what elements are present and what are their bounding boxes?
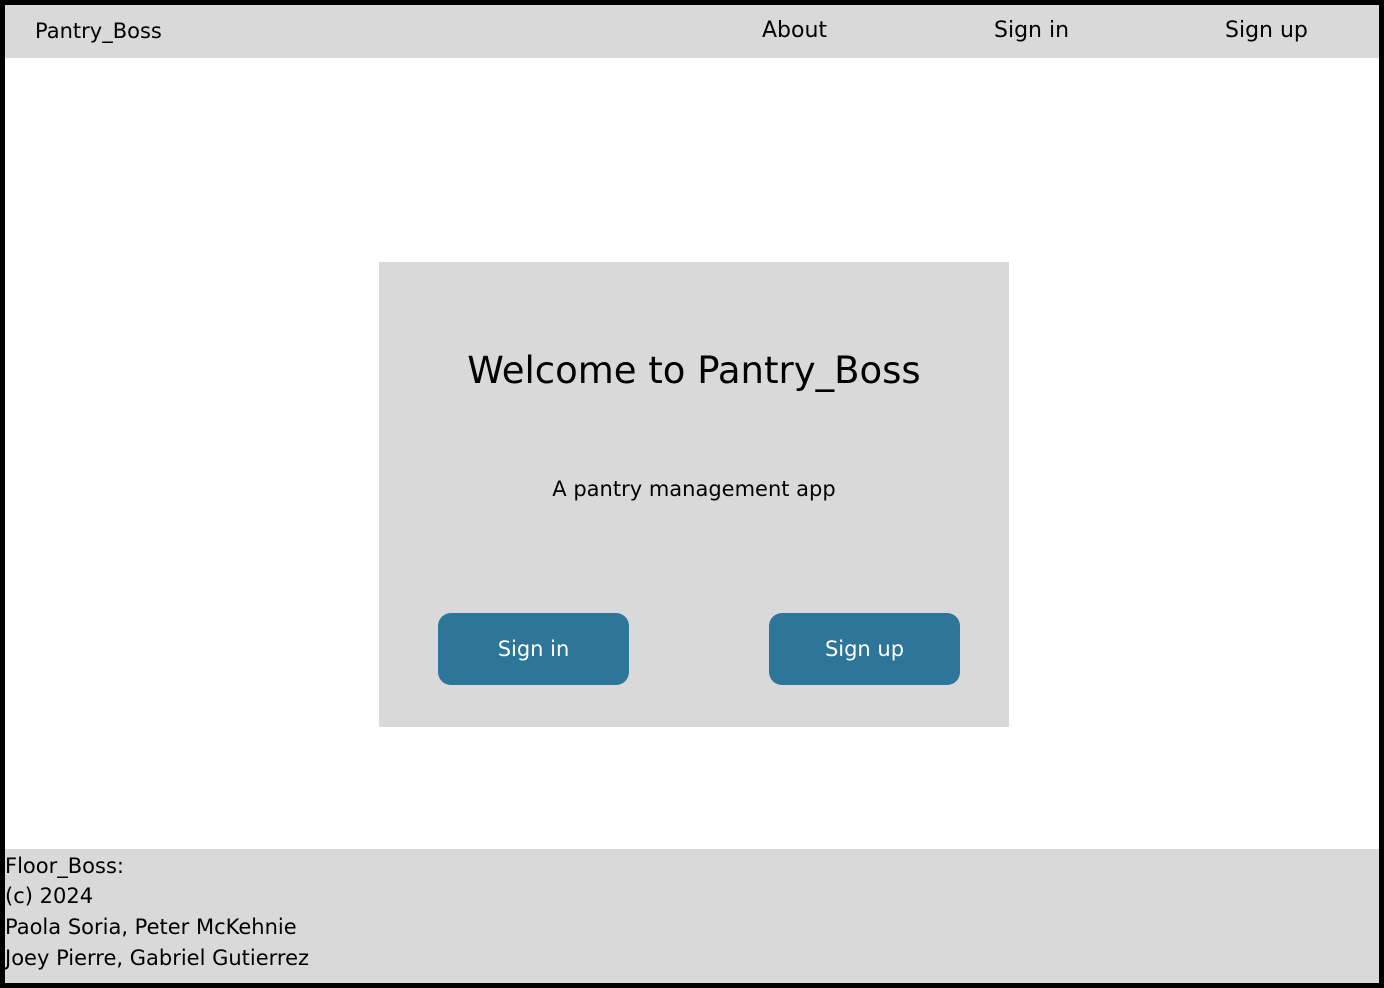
footer-team-name: Floor_Boss: [5, 854, 124, 878]
footer-authors-line-2: Joey Pierre, Gabriel Gutierrez [5, 946, 310, 970]
sign-up-button[interactable]: Sign up [769, 613, 960, 685]
sign-in-button[interactable]: Sign in [438, 613, 629, 685]
top-navbar: Pantry_Boss About Sign in Sign up [5, 5, 1379, 58]
nav-link-about[interactable]: About [762, 17, 827, 45]
app-window: Pantry_Boss About Sign in Sign up Welcom… [0, 0, 1384, 988]
footer-authors-line-1: Paola Soria, Peter McKehnie [5, 915, 297, 939]
nav-link-sign-up[interactable]: Sign up [1225, 17, 1308, 45]
footer: Floor_Boss: (c) 2024 Paola Soria, Peter … [5, 849, 1379, 983]
welcome-subtitle: A pantry management app [552, 477, 836, 501]
footer-copyright: (c) 2024 [5, 884, 94, 908]
welcome-title: Welcome to Pantry_Boss [467, 349, 921, 392]
welcome-card: Welcome to Pantry_Boss A pantry manageme… [379, 262, 1009, 727]
nav-link-sign-in[interactable]: Sign in [994, 17, 1069, 45]
brand-logo-text[interactable]: Pantry_Boss [35, 18, 162, 44]
